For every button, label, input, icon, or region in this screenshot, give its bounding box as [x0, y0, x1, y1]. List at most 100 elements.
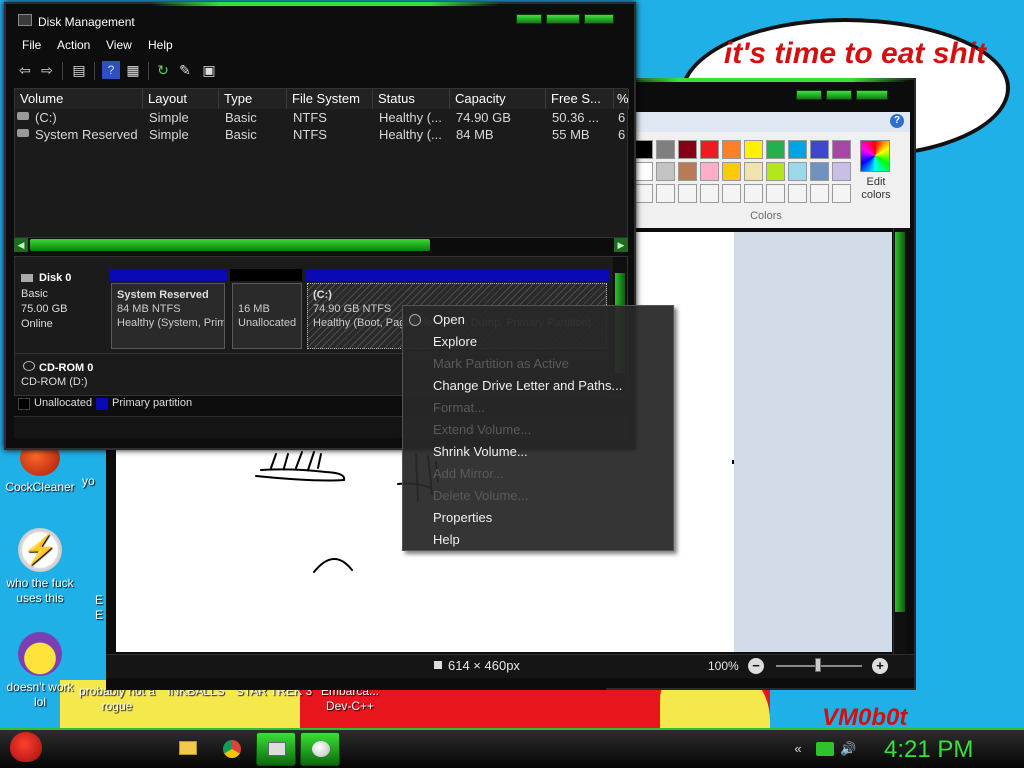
color-swatch[interactable] — [832, 140, 851, 159]
color-swatch[interactable] — [722, 184, 741, 203]
rescan-disks-icon[interactable]: ✎ — [176, 61, 194, 79]
menu-file[interactable]: File — [22, 38, 41, 52]
show-hidden-icons-icon[interactable]: « — [790, 741, 806, 757]
color-swatch[interactable] — [744, 140, 763, 159]
back-arrow-icon[interactable]: ⇦ — [16, 61, 34, 79]
maximize-button[interactable] — [826, 90, 852, 100]
scroll-left-icon[interactable]: ◀ — [14, 238, 28, 252]
color-swatch[interactable] — [744, 184, 763, 203]
color-swatch[interactable] — [678, 184, 697, 203]
color-swatch[interactable] — [678, 162, 697, 181]
table-row[interactable]: (C:) Simple Basic NTFS Healthy (... 74.9… — [15, 109, 629, 126]
color-swatch[interactable] — [634, 140, 653, 159]
desktop-icon-label: doesn't work lol — [6, 680, 74, 709]
color-swatch[interactable] — [678, 140, 697, 159]
start-button[interactable] — [6, 728, 46, 768]
dm-window-controls — [516, 14, 616, 26]
desktop-icon-flash[interactable]: ⚡ who the fuck uses this — [0, 528, 80, 606]
scrollbar-thumb[interactable] — [30, 239, 430, 251]
color-swatch[interactable] — [788, 184, 807, 203]
taskbar-disk-management[interactable] — [256, 732, 296, 766]
column-header-layout[interactable]: Layout — [143, 89, 219, 109]
context-menu-item[interactable]: Help — [433, 532, 460, 547]
column-header-capacity[interactable]: Capacity — [450, 89, 546, 109]
forward-arrow-icon[interactable]: ⇨ — [38, 61, 56, 79]
column-header-status[interactable]: Status — [373, 89, 450, 109]
menu-action[interactable]: Action — [57, 38, 90, 52]
column-header-percent[interactable]: % — [614, 89, 629, 109]
partition-system-reserved[interactable]: System Reserved 84 MB NTFS Healthy (Syst… — [111, 283, 225, 349]
color-swatch[interactable] — [810, 162, 829, 181]
zoom-in-button[interactable]: + — [872, 658, 888, 674]
disk-0-label[interactable]: Disk 0 Basic 75.00 GB Online — [15, 261, 107, 351]
open-icon — [409, 314, 421, 326]
zoom-slider-thumb[interactable] — [815, 658, 821, 672]
minimize-button[interactable] — [516, 14, 542, 24]
column-header-volume[interactable]: Volume — [15, 89, 143, 109]
color-swatch[interactable] — [810, 184, 829, 203]
edit-colors-icon[interactable] — [860, 140, 890, 172]
disk-state: Online — [21, 318, 53, 330]
minimize-button[interactable] — [796, 90, 822, 100]
taskbar-clock[interactable]: 4:21 PM — [884, 736, 973, 764]
context-menu-item[interactable]: Properties — [433, 510, 492, 525]
close-button[interactable] — [584, 14, 614, 24]
column-header-file-system[interactable]: File System — [287, 89, 373, 109]
context-menu-item[interactable]: Change Drive Letter and Paths... — [433, 378, 622, 393]
cdrom-0-label[interactable]: CD-ROM 0 CD-ROM (D:) — [15, 357, 107, 393]
partition-unallocated[interactable]: 16 MB Unallocated — [232, 283, 302, 349]
color-swatch[interactable] — [722, 140, 741, 159]
color-swatch[interactable] — [656, 184, 675, 203]
volume-icon[interactable]: 🔊 — [840, 741, 856, 757]
column-header-free-space[interactable]: Free S... — [546, 89, 614, 109]
color-swatch[interactable] — [788, 162, 807, 181]
edit-colors-label[interactable]: Edit colors — [854, 176, 898, 202]
help-topic-icon[interactable]: ? — [102, 61, 120, 79]
console-tree-icon[interactable]: ▤ — [70, 61, 88, 79]
color-swatch[interactable] — [832, 162, 851, 181]
context-menu-item[interactable]: Explore — [433, 334, 477, 349]
close-button[interactable] — [856, 90, 888, 100]
color-swatch[interactable] — [766, 162, 785, 181]
color-swatch[interactable] — [656, 162, 675, 181]
scroll-right-icon[interactable]: ▶ — [614, 238, 628, 252]
column-header-type[interactable]: Type — [219, 89, 287, 109]
table-row[interactable]: System Reserved Simple Basic NTFS Health… — [15, 126, 629, 143]
refresh-icon[interactable]: ↻ — [154, 61, 172, 79]
color-swatch[interactable] — [766, 184, 785, 203]
zoom-out-button[interactable]: − — [748, 658, 764, 674]
color-swatch[interactable] — [810, 140, 829, 159]
context-menu-item[interactable]: Open — [433, 312, 465, 327]
color-swatch[interactable] — [656, 140, 675, 159]
color-swatch[interactable] — [700, 184, 719, 203]
menu-view[interactable]: View — [106, 38, 132, 52]
taskbar-chrome[interactable] — [212, 732, 252, 766]
menu-help[interactable]: Help — [148, 38, 173, 52]
scrollbar-thumb[interactable] — [895, 232, 905, 612]
color-swatch[interactable] — [788, 140, 807, 159]
help-icon[interactable]: ? — [890, 114, 904, 128]
color-swatch[interactable] — [634, 184, 653, 203]
taskbar-paint[interactable] — [300, 732, 340, 766]
disk-management-app-icon — [18, 14, 32, 26]
taskbar-explorer[interactable] — [168, 732, 208, 766]
network-icon[interactable] — [816, 742, 834, 756]
color-swatch[interactable] — [744, 162, 763, 181]
cell-layout: Simple — [149, 110, 189, 125]
taskbar — [0, 728, 1024, 768]
color-swatch[interactable] — [766, 140, 785, 159]
paint-vertical-scrollbar[interactable] — [893, 228, 907, 658]
properties-pane-icon[interactable]: ▦ — [124, 61, 142, 79]
color-swatch[interactable] — [700, 162, 719, 181]
desktop-icon-yahoo[interactable]: doesn't work lol — [0, 632, 80, 710]
desktop-icon-partial-e[interactable]: E E — [92, 578, 106, 623]
context-menu-item[interactable]: Shrink Volume... — [433, 444, 528, 459]
volume-list[interactable]: Volume Layout Type File System Status Ca… — [14, 88, 629, 238]
maximize-button[interactable] — [546, 14, 580, 24]
color-swatch[interactable] — [832, 184, 851, 203]
color-swatch[interactable] — [700, 140, 719, 159]
cell-capacity: 74.90 GB — [456, 110, 511, 125]
settings-icon[interactable]: ▣ — [200, 61, 218, 79]
color-swatch[interactable] — [722, 162, 741, 181]
color-swatch[interactable] — [634, 162, 653, 181]
